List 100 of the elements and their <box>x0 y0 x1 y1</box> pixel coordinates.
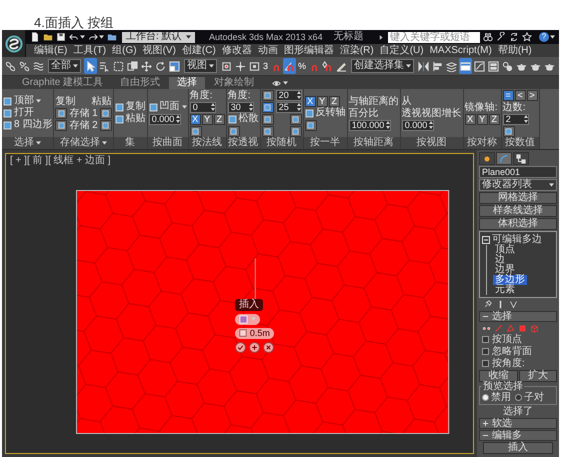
small-button[interactable] <box>55 108 68 118</box>
small-button[interactable] <box>502 126 515 136</box>
spinner-field[interactable]: 20 <box>276 90 302 100</box>
axis-button[interactable]: = <box>502 90 514 100</box>
small-button[interactable] <box>262 90 274 100</box>
spinner-field[interactable]: 30 <box>228 102 254 112</box>
checkbox-square[interactable] <box>482 348 489 355</box>
small-button[interactable] <box>304 120 317 130</box>
radio-button[interactable]: 禁用 <box>482 392 511 402</box>
dropdown[interactable]: 视图 <box>184 59 217 73</box>
small-button[interactable] <box>100 120 112 130</box>
group-menu-button[interactable]: 存储选择 <box>54 137 113 149</box>
checkbox[interactable]: 按顶点 <box>479 334 557 345</box>
spinner-field[interactable]: 2 <box>502 114 529 124</box>
rollout-button[interactable]: 收缩 <box>479 370 518 382</box>
ribbon-button[interactable]: 复制 <box>114 102 146 112</box>
menu-item[interactable]: 工具(T) <box>73 46 106 56</box>
spinner-field[interactable]: 25 <box>276 102 302 112</box>
stack-item[interactable]: 边界 <box>493 265 517 275</box>
axis-button[interactable]: Z <box>488 114 500 124</box>
stack-item[interactable]: 多边形 <box>493 275 527 285</box>
dropdown[interactable]: 全部 <box>48 59 81 73</box>
axis-button[interactable]: Y <box>316 96 328 106</box>
toolbar-button[interactable] <box>522 31 532 43</box>
checkbox-square[interactable] <box>482 336 489 343</box>
small-button[interactable] <box>262 126 274 136</box>
rollout-header[interactable]: 选择 <box>479 311 557 322</box>
axis-button[interactable]: < <box>514 90 526 100</box>
ribbon-tab[interactable]: 自由形式 <box>112 77 168 89</box>
ribbon-button[interactable]: 粘贴 <box>114 114 146 124</box>
ribbon-button[interactable]: 松散 <box>228 114 259 124</box>
ribbon-tab[interactable]: 选择 <box>169 77 206 89</box>
menu-item[interactable]: 组(G) <box>112 46 137 56</box>
checkbox[interactable]: 按角度: <box>479 358 557 369</box>
menu-item[interactable]: MAXScript(M) <box>430 46 492 56</box>
stack-item[interactable]: 边 <box>493 255 507 265</box>
quick-access-button[interactable] <box>56 31 66 43</box>
menu-item[interactable]: 编辑(E) <box>34 46 68 56</box>
panel-tab[interactable] <box>496 152 512 165</box>
menu-item[interactable]: 图形编辑器 <box>284 46 334 56</box>
menu-item[interactable]: 渲染(R) <box>340 46 374 56</box>
ribbon-button[interactable]: 反转轴 <box>304 108 346 118</box>
menu-item[interactable]: 帮助(H) <box>498 46 532 56</box>
dropdown[interactable]: 创建选择集 <box>351 59 414 73</box>
stack-tool-button[interactable] <box>509 300 518 309</box>
small-button[interactable] <box>262 102 274 112</box>
quick-access-button[interactable] <box>30 31 40 43</box>
modifier-button[interactable]: 样条线选择 <box>479 205 557 217</box>
spinner-field[interactable]: 0 <box>190 102 216 112</box>
axis-button[interactable]: Z <box>214 114 225 124</box>
ribbon-tab[interactable]: Graphite 建模工具 <box>14 77 112 89</box>
menu-item[interactable]: 创建(C) <box>182 46 216 56</box>
rollout-button[interactable]: 扩大 <box>518 370 557 382</box>
app-menu-button[interactable] <box>2 30 26 57</box>
ribbon-button[interactable]: 8 四边形 <box>3 120 52 130</box>
insert-button[interactable]: 插入 <box>483 442 553 454</box>
checkbox[interactable]: 忽略背面 <box>479 346 557 357</box>
ribbon-button[interactable]: 顶部 <box>3 96 41 106</box>
toolbar-button[interactable] <box>483 31 494 43</box>
ribbon-tab[interactable]: 对象绘制 <box>206 77 262 89</box>
panel-tab[interactable] <box>479 152 495 165</box>
panel-tab[interactable] <box>513 152 529 165</box>
axis-button[interactable]: Z <box>328 96 340 106</box>
expand-toggle[interactable] <box>482 236 490 244</box>
spinner-field[interactable]: 0.000 <box>402 120 434 130</box>
group-menu-button[interactable]: 选择 <box>2 137 54 149</box>
spinner-field[interactable]: 100.000 <box>348 120 392 130</box>
menu-item[interactable]: 动画 <box>258 46 278 56</box>
object-name-field[interactable]: Plane001 <box>479 166 557 178</box>
axis-button[interactable]: > <box>526 90 538 100</box>
ribbon-button[interactable]: 凹面 <box>148 102 187 112</box>
spinner-field[interactable]: 0.000 <box>148 114 182 124</box>
axis-button[interactable]: Y <box>476 114 488 124</box>
checkbox-square[interactable] <box>482 360 489 367</box>
toolbar-button[interactable] <box>496 31 506 43</box>
axis-button[interactable]: X <box>190 114 201 124</box>
small-button[interactable] <box>290 114 302 124</box>
rollout-header[interactable]: 软选 <box>479 418 557 429</box>
ribbon-button[interactable]: 打开 <box>3 108 34 118</box>
small-button[interactable] <box>100 108 112 118</box>
toolbar-button[interactable]: % <box>297 58 320 74</box>
rollout-header[interactable]: 编辑多 <box>479 430 557 441</box>
axis-button[interactable]: X <box>464 114 476 124</box>
stack-item[interactable]: 可编辑多边 <box>492 234 542 244</box>
toolbar-button[interactable]: 3 <box>262 58 282 74</box>
modifier-list-dropdown[interactable]: 修改器列表 <box>479 179 557 191</box>
modifier-button[interactable]: 体积选择 <box>479 218 557 230</box>
axis-button[interactable]: X <box>304 96 316 106</box>
menu-item[interactable]: 视图(V) <box>142 46 176 56</box>
toolbar-button[interactable] <box>459 58 472 74</box>
small-button[interactable] <box>55 120 68 130</box>
viewport-label[interactable]: [ + ][ 前 ][ 线框 + 边面 ] <box>6 154 115 167</box>
stack-tool-button[interactable] <box>483 300 492 309</box>
axis-button[interactable]: Y <box>202 114 213 124</box>
menu-item[interactable]: 修改器 <box>222 46 252 56</box>
small-button[interactable] <box>228 126 240 136</box>
toolbar-button[interactable] <box>509 31 520 43</box>
radio-button[interactable]: 子对 <box>515 392 544 402</box>
stack-item[interactable]: 元素 <box>493 285 517 295</box>
modifier-button[interactable]: 网格选择 <box>479 192 557 204</box>
